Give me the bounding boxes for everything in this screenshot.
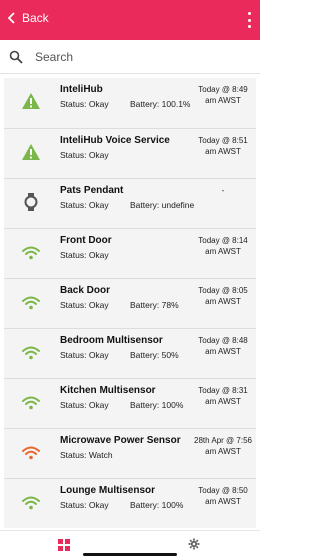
device-last-seen: 28th Apr @ 7:56 am AWST (194, 436, 252, 456)
device-battery: Battery: 50% (130, 350, 179, 360)
device-battery: Battery: 100% (130, 500, 184, 510)
device-status: Status: Okay (60, 500, 109, 510)
search-icon (9, 50, 23, 64)
device-last-seen: Today @ 8:31 am AWST (198, 386, 248, 406)
device-row[interactable]: Front Door Status: Okay Today @ 8:14 am AW… (4, 228, 256, 278)
wifi-signal-icon (21, 392, 41, 412)
device-row[interactable]: Back Door Status: Okay Battery: 78% Today @… (4, 278, 256, 328)
device-battery: Battery: undefine (130, 200, 195, 210)
watch-icon (21, 192, 41, 212)
search-bar (0, 40, 260, 74)
device-row[interactable]: Microwave Power Sensor Status: Watch 28th … (4, 428, 256, 478)
back-button[interactable]: Back (6, 11, 49, 25)
device-row[interactable]: Kitchen Multisensor Status: Okay Battery: … (4, 378, 256, 428)
device-battery: Battery: 100.1% (130, 99, 191, 109)
device-name: InteliHub (60, 84, 103, 95)
wifi-signal-icon (21, 292, 41, 312)
device-name: Bedroom Multisensor (60, 335, 163, 346)
device-name: Microwave Power Sensor (60, 435, 181, 446)
device-last-seen: Today @ 8:50 am AWST (198, 486, 248, 506)
device-name: Kitchen Multisensor (60, 385, 156, 396)
device-row[interactable]: Lounge Multisensor Status: Okay Battery: 1… (4, 478, 256, 528)
more-vertical-icon[interactable] (246, 12, 252, 28)
device-name: Pats Pendant (60, 185, 124, 196)
device-row[interactable]: Pats Pendant Status: Okay Battery: undefin… (4, 178, 256, 228)
bottom-nav (0, 530, 260, 560)
device-last-seen: Today @ 8:14 am AWST (198, 236, 248, 256)
device-status: Status: Okay (60, 300, 109, 310)
device-battery: Battery: 78% (130, 300, 179, 310)
device-status: Status: Okay (60, 200, 109, 210)
device-last-seen: Today @ 8:51 am AWST (198, 136, 248, 156)
device-battery: Battery: 100% (130, 400, 184, 410)
device-last-seen: Today @ 8:49 am AWST (198, 85, 248, 105)
device-last-seen: - (221, 186, 225, 195)
device-name: InteliHub Voice Service (60, 135, 170, 146)
chevron-left-icon (7, 12, 15, 24)
home-indicator (83, 553, 177, 556)
device-status: Status: Okay (60, 99, 109, 109)
device-status: Status: Watch (60, 450, 113, 460)
device-last-seen: Today @ 8:48 am AWST (198, 336, 248, 356)
device-status: Status: Okay (60, 350, 109, 360)
wifi-signal-icon (21, 242, 41, 262)
wifi-signal-icon (21, 342, 41, 362)
device-last-seen: Today @ 8:05 am AWST (198, 286, 248, 306)
device-name: Lounge Multisensor (60, 485, 155, 496)
device-name: Front Door (60, 235, 112, 246)
settings-gear-icon[interactable] (188, 538, 200, 550)
dashboard-grid-icon[interactable] (58, 539, 70, 551)
back-label: Back (22, 11, 49, 25)
search-input[interactable] (35, 49, 235, 64)
device-row[interactable]: Bedroom Multisensor Status: Okay Battery: … (4, 328, 256, 378)
wifi-signal-icon (21, 442, 41, 462)
device-row[interactable]: InteliHub Status: Okay Battery: 100.1% Toda… (4, 78, 256, 128)
device-list: InteliHub Status: Okay Battery: 100.1% Toda… (4, 78, 256, 530)
wifi-signal-icon (21, 492, 41, 512)
warning-triangle-icon (21, 91, 41, 111)
device-status: Status: Okay (60, 400, 109, 410)
device-status: Status: Okay (60, 250, 109, 260)
device-status: Status: Okay (60, 150, 109, 160)
device-row[interactable]: InteliHub Voice Service Status: Okay Today… (4, 128, 256, 178)
device-name: Back Door (60, 285, 111, 296)
warning-triangle-icon (21, 142, 41, 162)
app-header: Back (0, 0, 260, 40)
